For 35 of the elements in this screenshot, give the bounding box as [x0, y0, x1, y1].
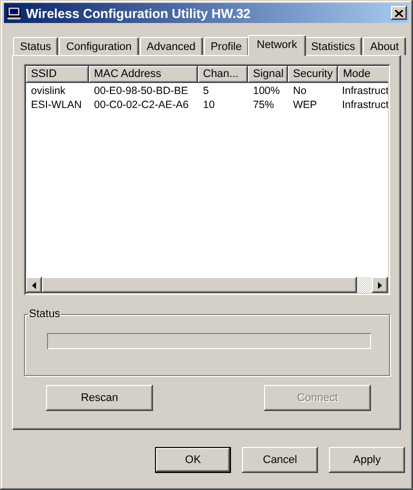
table-cell-text: 5: [202, 84, 210, 98]
horizontal-scrollbar[interactable]: [26, 277, 388, 293]
table-cell-text: 10: [202, 98, 216, 112]
column-header[interactable]: MAC Address: [89, 66, 198, 83]
action-button[interactable]: Rescan: [46, 385, 153, 411]
tab[interactable]: Status: [13, 37, 58, 55]
close-button[interactable]: [391, 6, 407, 20]
table-cell-text: WEP: [292, 98, 318, 112]
column-header[interactable]: Security: [288, 66, 338, 83]
dialog-button[interactable]: Apply: [329, 447, 405, 473]
table-cell-text: 100%: [252, 84, 281, 98]
tab[interactable]: About: [363, 37, 406, 55]
table-cell-text: No: [292, 84, 308, 98]
table-cell-text: ovislink: [30, 84, 66, 98]
right-arrow-icon[interactable]: [378, 282, 382, 288]
table-cell-text: ESI-WLAN: [30, 98, 83, 112]
tab[interactable]: Profile: [204, 37, 249, 55]
computer-icon: [7, 6, 21, 20]
table-cell-text: 75%: [252, 98, 276, 112]
tab[interactable]: Network: [248, 35, 306, 56]
column-header[interactable]: Mode: [338, 66, 388, 83]
window-title: Wireless Configuration Utility HW.32: [26, 6, 252, 20]
close-icon: [395, 10, 403, 16]
table-cell-text: 00-C0-02-C2-AE-A6: [93, 98, 190, 112]
tab[interactable]: Configuration: [59, 37, 139, 55]
group-label: Status: [28, 308, 62, 320]
tab[interactable]: Statistics: [304, 37, 362, 55]
dialog-button[interactable]: OK: [155, 447, 231, 473]
column-header[interactable]: SSID: [26, 66, 89, 83]
column-header[interactable]: Signal: [248, 66, 288, 83]
left-arrow-icon[interactable]: [32, 282, 36, 288]
column-header[interactable]: Chan...: [198, 66, 248, 83]
table-cell-text: 00-E0-98-50-BD-BE: [93, 84, 189, 98]
dialog-button[interactable]: Cancel: [242, 447, 318, 473]
tab[interactable]: Advanced: [140, 37, 203, 55]
